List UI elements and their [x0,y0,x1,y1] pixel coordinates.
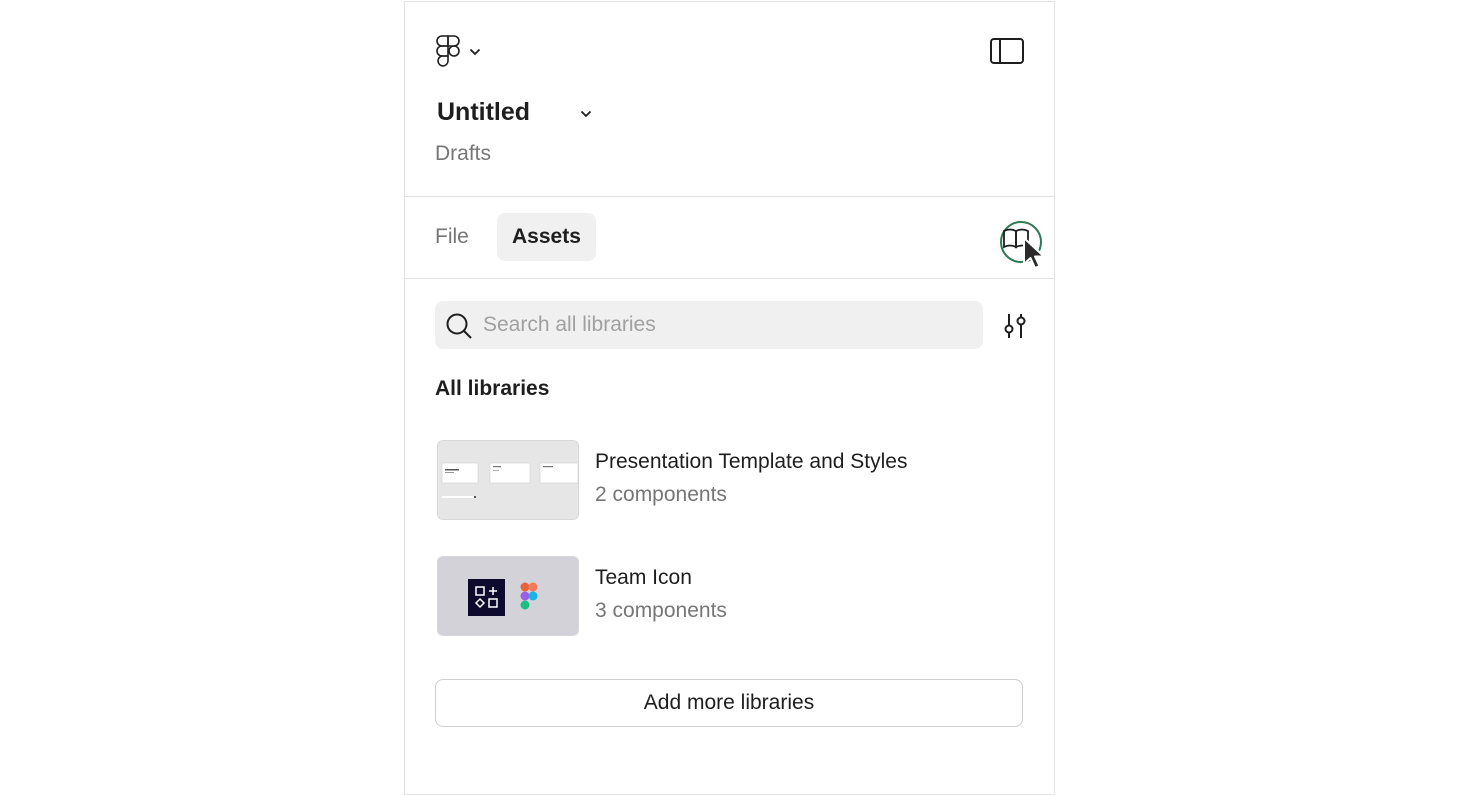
team-icon-preview-icon [468,579,538,616]
library-thumbnail [437,556,579,636]
library-component-count: 3 components [595,599,727,622]
tab-file[interactable]: File [420,213,484,261]
library-search[interactable] [435,301,983,349]
add-more-libraries-button[interactable]: Add more libraries [435,679,1023,727]
library-thumbnail [437,440,579,520]
assets-panel: Untitled Drafts File Assets Search all l… [404,1,1055,795]
mouse-pointer-icon [1023,237,1045,269]
panel-tabs: File Assets [405,196,1054,279]
filter-button[interactable] [1001,311,1029,341]
figma-logo-icon [436,35,460,67]
file-title: Untitled [437,98,531,126]
library-item[interactable]: Team Icon 3 components [435,556,1025,638]
panel-header: Untitled Drafts [405,2,1054,197]
filter-sliders-icon [1004,314,1026,338]
tab-assets[interactable]: Assets [497,213,596,261]
chevron-down-icon [580,110,592,117]
library-name: Presentation Template and Styles [595,450,908,473]
library-name: Team Icon [595,566,692,589]
all-libraries-heading: All libraries [435,377,550,400]
file-title-menu[interactable]: Untitled [437,98,592,127]
main-menu-button[interactable] [435,32,497,72]
library-item[interactable]: Presentation Template and Styles 2 compo… [435,440,1025,522]
slides-preview-icon [441,462,578,498]
sidebar-toggle-button[interactable] [989,36,1025,66]
sidebar-toggle-icon [990,38,1024,64]
library-component-count: 2 components [595,483,727,506]
search-icon [446,313,472,339]
search-input[interactable] [483,301,963,349]
file-location[interactable]: Drafts [435,142,491,166]
chevron-down-icon [469,48,481,56]
